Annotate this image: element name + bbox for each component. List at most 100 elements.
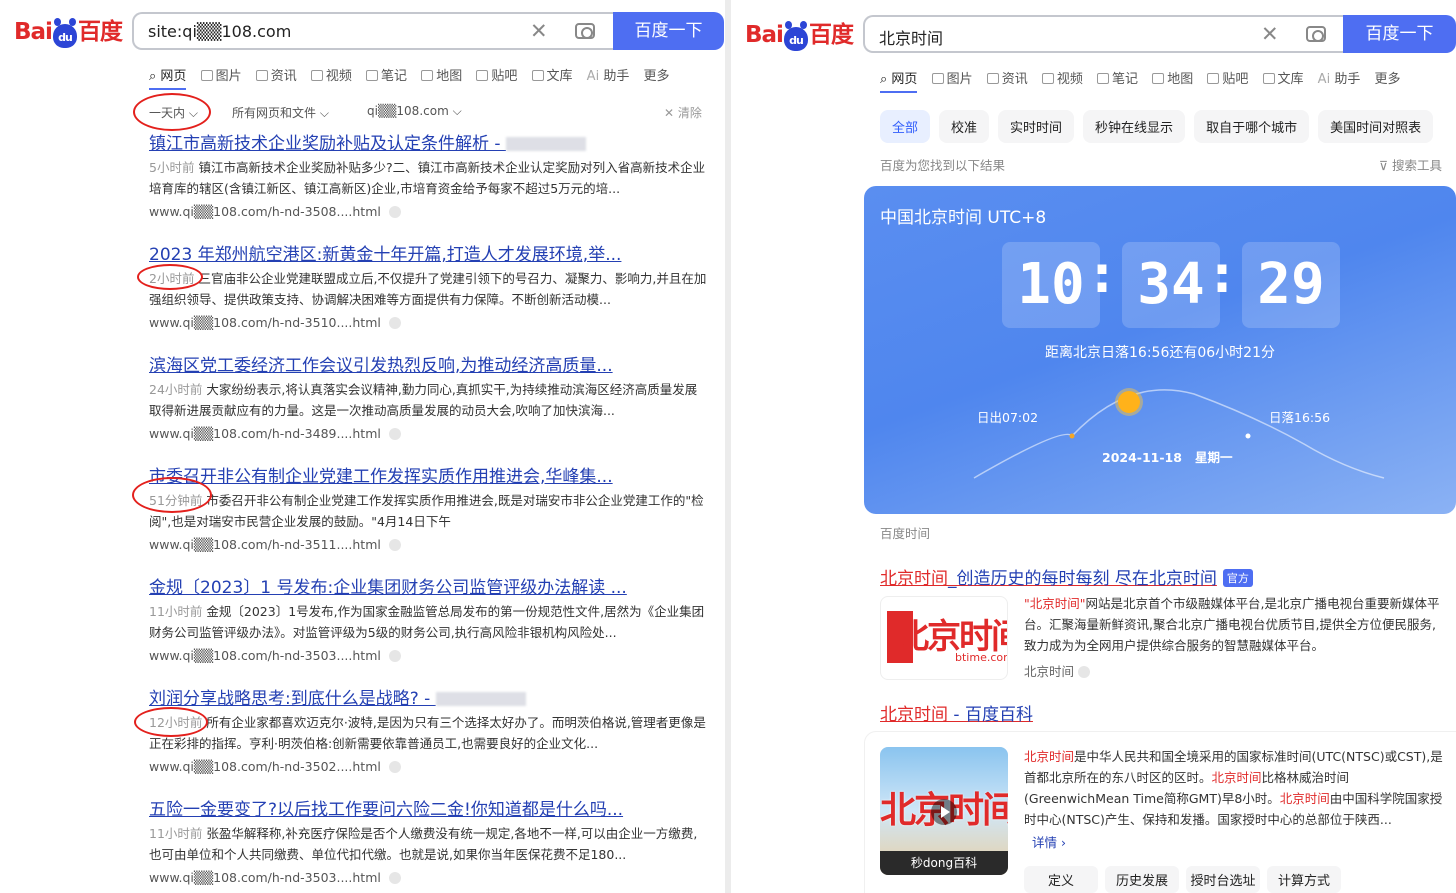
result-title[interactable]: 北京时间 - 百度百科 [880,700,1033,725]
search-box[interactable]: site:qi▒▒108.com ✕ [132,12,613,50]
result-source[interactable]: 北京时间 [1024,661,1090,680]
chip-calibrate[interactable]: 校准 [939,110,990,143]
tab-more[interactable]: 更多 [1374,68,1400,87]
image-icon [200,70,213,81]
result-title[interactable]: 刘润分享战略思考:到底什么是战略? - [149,688,709,710]
baidu-logo[interactable]: Bai du 百度 [14,18,123,48]
info-icon[interactable] [388,317,401,329]
button-history[interactable]: 历史发展 [1105,866,1179,893]
btime-logo[interactable]: 北京时间 btime.com [880,596,1008,680]
official-badge: 官方 [1222,569,1253,587]
tab-wenku[interactable]: 文库 [531,65,573,84]
tab-web[interactable]: ⌕ 网页 [149,65,187,90]
clear-icon[interactable]: ✕ [530,19,548,43]
info-icon[interactable] [388,539,401,551]
camera-icon[interactable] [1306,26,1326,42]
tab-map[interactable]: 地图 [1152,68,1193,87]
search-input[interactable]: 北京时间 [879,25,943,49]
tab-news[interactable]: 资讯 [986,68,1028,87]
ai-icon: Ai [586,69,604,84]
tab-notes[interactable]: 笔记 [1097,68,1138,87]
play-icon[interactable] [931,799,957,825]
tab-wenku[interactable]: 文库 [1262,68,1304,87]
result-title[interactable]: 2023 年郑州航空港区:新黄金十年开篇,打造人才发展环境,举... [149,244,709,266]
filter-clear[interactable]: ✕ 清除 [664,104,702,121]
result-item: 镇江市高新技术企业奖励补贴及认定条件解析 - 5小时前 镇江市高新技术企业奖励补… [149,133,709,219]
info-icon[interactable] [388,206,401,218]
search-tools[interactable]: ⊽ 搜索工具 [1379,155,1442,174]
search-button[interactable]: 百度一下 [1343,15,1456,53]
tab-images[interactable]: 图片 [931,68,973,87]
query-chips: 全部 校准 实时时间 秒钟在线显示 取自于哪个城市 美国时间对照表 [880,110,1442,143]
doc-icon [531,70,544,81]
chip-us-time[interactable]: 美国时间对照表 [1318,110,1434,143]
notes-icon [1097,73,1110,84]
notes-icon [366,70,379,81]
filter-type[interactable]: 所有网页和文件 ⌵ [232,104,329,121]
result-desc: 12小时前 所有企业家都喜欢迈克尔·波特,是因为只有三个选择太好办了。而明茨伯格… [149,715,706,751]
button-definition[interactable]: 定义 [1024,866,1098,893]
result-url[interactable]: www.qi▒▒108.com/h-nd-3503....html [149,870,709,885]
result-title[interactable]: 金规〔2023〕1 号发布:企业集团财务公司监管评级办法解读 ... [149,577,709,599]
result-url[interactable]: www.qi▒▒108.com/h-nd-3511....html [149,537,709,552]
tab-web[interactable]: ⌕ 网页 [880,68,918,93]
tab-images[interactable]: 图片 [200,65,242,84]
info-icon[interactable] [388,872,401,884]
search-input[interactable]: site:qi▒▒108.com [148,22,291,41]
tab-assistant[interactable]: Ai 助手 [587,65,630,84]
right-browser-pane: Bai du 百度 北京时间 ✕ 百度一下 ⌕ 网页 图片 资讯 视频 笔记 地图 … [731,0,1456,893]
chip-city[interactable]: 取自于哪个城市 [1194,110,1310,143]
tab-more[interactable]: 更多 [643,65,669,84]
card-source: 百度时间 [880,526,931,541]
tab-video[interactable]: 视频 [1041,68,1083,87]
result-title[interactable]: 北京时间_创造历史的每时每刻 尽在北京时间 官方 [880,564,1253,589]
tab-tieba[interactable]: 贴吧 [1207,68,1248,87]
result-url[interactable]: www.qi▒▒108.com/h-nd-3510....html [149,315,709,330]
tab-news[interactable]: 资讯 [255,65,297,84]
chip-realtime[interactable]: 实时时间 [998,110,1075,143]
baike-video[interactable]: 北京时间 秒dong百科 [880,747,1008,875]
result-title[interactable]: 市委召开非公有制企业党建工作发挥实质作用推进会,华峰集... [149,466,709,488]
result-url[interactable]: www.qi▒▒108.com/h-nd-3502....html [149,759,709,774]
search-button[interactable]: 百度一下 [613,12,724,50]
info-icon[interactable] [388,761,401,773]
result-url[interactable]: www.qi▒▒108.com/h-nd-3508....html [149,204,709,219]
chip-all[interactable]: 全部 [880,110,931,143]
tab-assistant[interactable]: Ai 助手 [1318,68,1361,87]
search-box[interactable]: 北京时间 ✕ [863,15,1343,53]
sun-icon [1118,391,1140,413]
tab-map[interactable]: 地图 [421,65,462,84]
result-title[interactable]: 五险一金要变了?以后找工作要问六险二金!你知道都是什么吗... [149,799,709,821]
ai-icon: Ai [1317,72,1335,87]
baidu-logo[interactable]: Bai du 百度 [745,21,854,51]
result-desc: 11小时前 金规〔2023〕1号发布,作为国家金融监管总局发布的第一份规范性文件… [149,604,705,640]
results-found-text: 百度为您找到以下结果 [880,158,1006,173]
camera-icon[interactable] [575,23,595,39]
result-title[interactable]: 镇江市高新技术企业奖励补贴及认定条件解析 - [149,133,709,155]
clear-icon[interactable]: ✕ [1261,22,1279,46]
tab-video[interactable]: 视频 [310,65,352,84]
button-calculation[interactable]: 计算方式 [1267,866,1341,893]
annotation-circle [134,707,208,737]
filter-icon: ⊽ [1378,158,1392,173]
tab-tieba[interactable]: 贴吧 [476,65,517,84]
result-url[interactable]: www.qi▒▒108.com/h-nd-3503....html [149,648,709,663]
sunrise-label: 日出07:02 [977,410,1039,425]
details-link[interactable]: 详情 › [1032,832,1066,851]
result-desc: 51分钟前 市委召开非公有制企业党建工作发挥实质作用推进会,既是对瑞安市非公企业… [149,493,704,529]
result-title[interactable]: 滨海区党工委经济工作会议引发热烈反响,为推动经济高质量... [149,355,709,377]
result-desc: 5小时前 镇江市高新技术企业奖励补贴多少?二、镇江市高新技术企业认定奖励对列入省… [149,160,706,196]
info-icon[interactable] [388,428,401,440]
news-icon [986,73,999,84]
baike-buttons: 定义 历史发展 授时台选址 计算方式 [1024,866,1348,893]
image-icon [931,73,944,84]
result-url[interactable]: www.qi▒▒108.com/h-nd-3489....html [149,426,709,441]
filter-site[interactable]: qi▒▒108.com ⌵ [367,104,462,119]
info-icon[interactable] [1078,666,1090,678]
button-station[interactable]: 授时台选址 [1186,866,1260,893]
result-item: 滨海区党工委经济工作会议引发热烈反响,为推动经济高质量... 24小时前 大家纷… [149,355,709,441]
info-icon[interactable] [388,650,401,662]
beijing-time-card: 中国北京时间 UTC+8 10 : 34 : 29 距离北京日落16:56还有0… [864,186,1456,514]
chip-seconds[interactable]: 秒钟在线显示 [1083,110,1186,143]
tab-notes[interactable]: 笔记 [366,65,407,84]
